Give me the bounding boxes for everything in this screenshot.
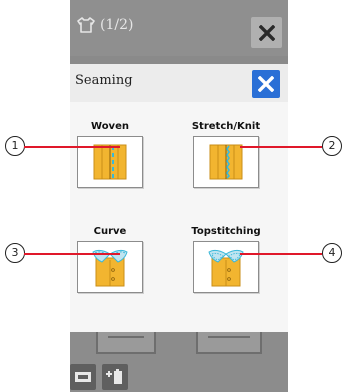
callout-1: 1 [5, 136, 25, 156]
callout-line-3 [24, 253, 120, 255]
callout-line-1 [24, 146, 120, 148]
curve-button[interactable] [77, 241, 143, 293]
popup-header: Seaming [70, 64, 288, 103]
shirt-outline-icon [77, 17, 95, 33]
option-topstitching: Topstitching [189, 226, 263, 293]
popup-title: Seaming [75, 73, 133, 88]
bottom-toolbar [70, 362, 128, 392]
sewing-machine-icon[interactable] [70, 364, 96, 390]
topstitching-button[interactable] [193, 241, 259, 293]
option-woven: Woven [73, 121, 147, 188]
page-indicator: (1/2) [76, 14, 133, 36]
stretch-knit-seam-icon [209, 144, 243, 180]
callout-2: 2 [322, 136, 342, 156]
option-label: Woven [91, 121, 129, 132]
popup-body: Woven Stretch/Knit Curve Topstitching [70, 102, 288, 332]
callout-4: 4 [322, 243, 342, 263]
woven-seam-icon [93, 144, 127, 180]
close-icon [258, 24, 275, 41]
option-label: Curve [93, 226, 127, 237]
close-button-background[interactable] [251, 17, 282, 48]
callout-line-2 [240, 146, 322, 148]
woven-button[interactable] [77, 136, 143, 188]
page-number-label: (1/2) [100, 17, 134, 33]
callout-3: 3 [5, 243, 25, 263]
add-stitch-icon[interactable] [102, 364, 128, 390]
popup-close-button[interactable] [252, 70, 280, 98]
option-stretch-knit: Stretch/Knit [189, 121, 263, 188]
option-label: Topstitching [191, 226, 261, 237]
option-label: Stretch/Knit [191, 121, 261, 132]
stretch-knit-button[interactable] [193, 136, 259, 188]
close-icon [258, 76, 274, 92]
callout-line-4 [240, 253, 322, 255]
option-curve: Curve [73, 226, 147, 293]
seaming-popup: Seaming Woven Stretch/Knit Curve Topstit… [70, 64, 288, 332]
